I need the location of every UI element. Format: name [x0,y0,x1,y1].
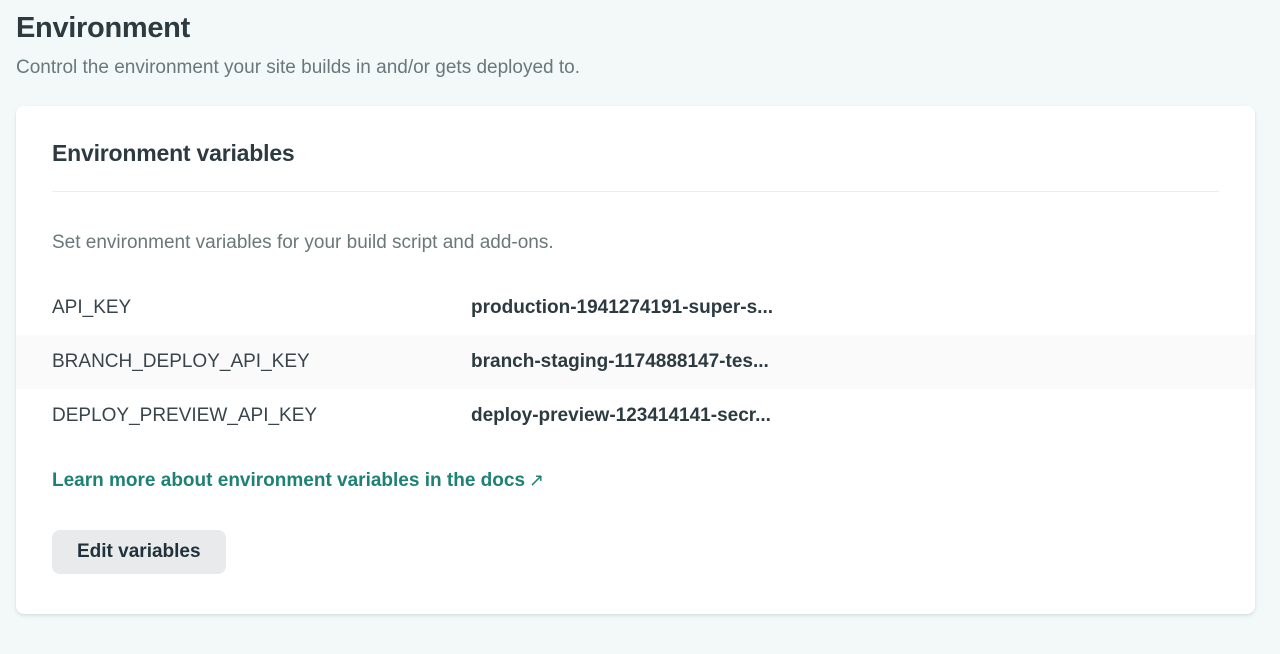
env-var-value: branch-staging-1174888147-tes... [471,351,769,373]
page-subtitle: Control the environment your site builds… [16,57,1264,79]
edit-variables-button[interactable]: Edit variables [52,530,226,574]
env-var-key: DEPLOY_PREVIEW_API_KEY [52,405,471,427]
card-divider [52,191,1219,192]
environment-variables-card: Environment variables Set environment va… [16,106,1255,614]
card-description: Set environment variables for your build… [16,232,1255,254]
card-title: Environment variables [16,140,1255,167]
env-var-table: API_KEY production-1941274191-super-s...… [16,281,1255,443]
env-var-row: DEPLOY_PREVIEW_API_KEY deploy-preview-12… [16,389,1255,443]
env-var-value: production-1941274191-super-s... [471,297,773,319]
env-var-row: BRANCH_DEPLOY_API_KEY branch-staging-117… [16,335,1255,389]
external-link-arrow-icon: ↗ [529,470,544,490]
env-var-key: API_KEY [52,297,471,319]
environment-settings-page: Environment Control the environment your… [0,0,1280,654]
env-var-key: BRANCH_DEPLOY_API_KEY [52,351,471,373]
env-vars-docs-link[interactable]: Learn more about environment variables i… [52,470,544,491]
docs-link-label: Learn more about environment variables i… [52,470,525,491]
docs-link-wrap: Learn more about environment variables i… [16,470,1255,492]
env-var-row: API_KEY production-1941274191-super-s... [16,281,1255,335]
button-row: Edit variables [16,530,1255,574]
env-var-value: deploy-preview-123414141-secr... [471,405,771,427]
page-title: Environment [16,12,1264,45]
